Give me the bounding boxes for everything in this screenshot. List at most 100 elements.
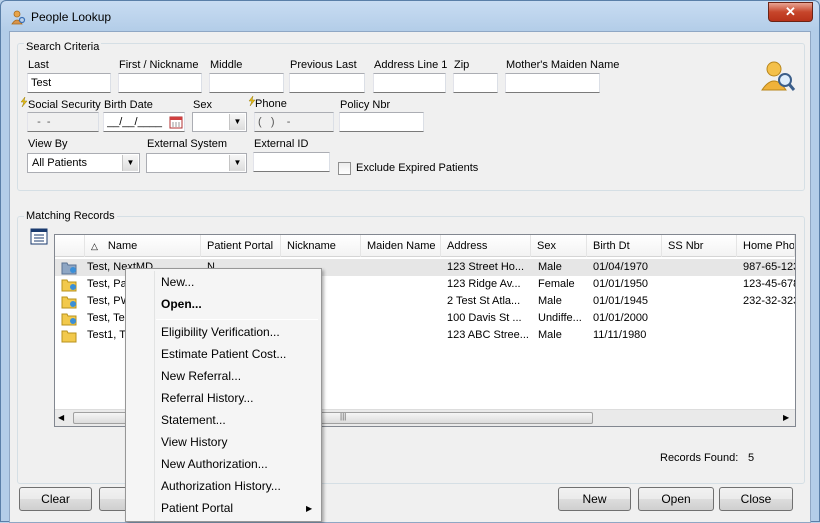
folder-person-icon bbox=[61, 296, 77, 309]
row-sex: Male bbox=[538, 261, 562, 273]
window-close-button[interactable]: ✕ bbox=[768, 2, 813, 22]
row-address: 2 Test St Atla... bbox=[447, 295, 521, 307]
scroll-left-icon[interactable]: ◀ bbox=[58, 413, 64, 422]
menu-item-estimate-cost[interactable]: Estimate Patient Cost... bbox=[161, 344, 286, 364]
menu-item-eligibility[interactable]: Eligibility Verification... bbox=[161, 322, 280, 342]
row-name: Test, Te bbox=[87, 312, 125, 324]
column-header-maiden[interactable]: Maiden Name bbox=[361, 235, 441, 257]
view-by-value: All Patients bbox=[32, 157, 88, 169]
menu-item-new[interactable]: New... bbox=[161, 272, 194, 292]
dropdown-arrow-icon: ▼ bbox=[229, 155, 245, 171]
first-name-input[interactable] bbox=[118, 73, 202, 93]
folder-person-icon bbox=[61, 313, 77, 326]
last-name-input[interactable] bbox=[27, 73, 111, 93]
external-system-label: External System bbox=[147, 138, 228, 150]
row-sex: Female bbox=[538, 278, 575, 290]
address-line1-input[interactable] bbox=[373, 73, 446, 93]
search-criteria-label: Search Criteria bbox=[24, 41, 102, 53]
policy-nbr-input[interactable] bbox=[339, 112, 424, 132]
previous-last-label: Previous Last bbox=[290, 59, 357, 71]
column-header-address[interactable]: Address bbox=[441, 235, 531, 257]
row-birth: 01/01/1945 bbox=[593, 295, 649, 307]
row-phone: 232-32-323 bbox=[743, 295, 795, 307]
dropdown-arrow-icon: ▼ bbox=[122, 155, 138, 171]
row-address: 123 ABC Stree... bbox=[447, 329, 529, 341]
row-phone: 123-45-678 bbox=[743, 278, 795, 290]
menu-item-referral-history[interactable]: Referral History... bbox=[161, 388, 253, 408]
clear-button[interactable]: Clear bbox=[19, 487, 92, 511]
column-header-sex[interactable]: Sex bbox=[531, 235, 587, 257]
mothers-maiden-label: Mother's Maiden Name bbox=[506, 59, 620, 71]
view-by-select[interactable]: All Patients ▼ bbox=[27, 153, 140, 173]
previous-last-input[interactable] bbox=[289, 73, 365, 93]
menu-item-new-referral[interactable]: New Referral... bbox=[161, 366, 241, 386]
menu-item-open[interactable]: Open... bbox=[161, 294, 202, 314]
sex-label: Sex bbox=[193, 99, 212, 111]
sort-ascending-icon: △ bbox=[91, 241, 98, 251]
row-name: Test, Pa bbox=[87, 278, 127, 290]
column-chooser-icon[interactable] bbox=[30, 228, 48, 245]
records-found-count: 5 bbox=[748, 452, 755, 464]
row-address: 123 Street Ho... bbox=[447, 261, 525, 273]
row-sex: Male bbox=[538, 329, 562, 341]
matching-records-label: Matching Records bbox=[24, 210, 117, 222]
column-header-home-phone[interactable]: Home Phon bbox=[737, 235, 795, 257]
close-button[interactable]: Close bbox=[719, 487, 793, 511]
menu-gutter bbox=[154, 271, 155, 521]
column-header-nickname[interactable]: Nickname bbox=[281, 235, 361, 257]
menu-item-view-history[interactable]: View History bbox=[161, 432, 227, 452]
column-header-name[interactable]: △ Name bbox=[85, 235, 201, 257]
mothers-maiden-input[interactable] bbox=[505, 73, 600, 93]
view-by-label: View By bbox=[28, 138, 68, 150]
zip-input[interactable] bbox=[453, 73, 498, 93]
ssn-label: Social Security bbox=[28, 99, 101, 111]
menu-item-new-authorization[interactable]: New Authorization... bbox=[161, 454, 268, 474]
exclude-expired-label: Exclude Expired Patients bbox=[356, 162, 479, 174]
sex-select[interactable]: ▼ bbox=[192, 112, 247, 132]
scroll-right-icon[interactable]: ▶ bbox=[783, 413, 789, 422]
phone-input[interactable] bbox=[254, 112, 334, 132]
calendar-icon[interactable] bbox=[169, 115, 183, 129]
last-name-label: Last bbox=[28, 59, 49, 71]
person-app-icon bbox=[11, 10, 26, 25]
row-icon-header bbox=[55, 235, 85, 257]
row-address: 100 Davis St ... bbox=[447, 312, 522, 324]
zip-label: Zip bbox=[454, 59, 470, 71]
submenu-arrow-icon: ▶ bbox=[306, 504, 313, 513]
title-bar[interactable]: People Lookup ✕ bbox=[1, 1, 819, 31]
menu-item-authorization-history[interactable]: Authorization History... bbox=[161, 476, 281, 496]
row-sex: Undiffe... bbox=[538, 312, 582, 324]
column-header-portal[interactable]: Patient Portal bbox=[201, 235, 281, 257]
row-birth: 01/01/1950 bbox=[593, 278, 649, 290]
folder-icon bbox=[61, 330, 77, 343]
phone-label: Phone bbox=[255, 98, 287, 110]
external-id-label: External ID bbox=[254, 138, 309, 150]
dropdown-arrow-icon: ▼ bbox=[229, 114, 245, 130]
external-id-input[interactable] bbox=[253, 152, 330, 172]
menu-separator bbox=[156, 319, 318, 320]
address-line1-label: Address Line 1 bbox=[374, 59, 448, 71]
row-name: Test1, T bbox=[87, 329, 126, 341]
ssn-input[interactable] bbox=[27, 112, 99, 132]
birth-date-label: Birth Date bbox=[104, 99, 153, 111]
row-sex: Male bbox=[538, 295, 562, 307]
row-birth: 11/11/1980 bbox=[593, 329, 647, 341]
menu-item-statement[interactable]: Statement... bbox=[161, 410, 226, 430]
row-phone: 987-65-123 bbox=[743, 261, 795, 273]
middle-name-label: Middle bbox=[210, 59, 243, 71]
external-system-select[interactable]: ▼ bbox=[146, 153, 247, 173]
row-address: 123 Ridge Av... bbox=[447, 278, 521, 290]
open-button[interactable]: Open bbox=[638, 487, 714, 511]
column-header-ssn[interactable]: SS Nbr bbox=[662, 235, 737, 257]
column-header-birth[interactable]: Birth Dt bbox=[587, 235, 662, 257]
person-search-icon[interactable] bbox=[760, 60, 796, 92]
folder-person-icon bbox=[61, 262, 77, 275]
window-title: People Lookup bbox=[31, 10, 112, 24]
records-found-label: Records Found: bbox=[660, 452, 739, 464]
grid-header: △ Name Patient Portal Nickname Maiden Nam… bbox=[55, 235, 795, 257]
menu-item-patient-portal[interactable]: Patient Portal bbox=[161, 498, 233, 518]
new-button[interactable]: New bbox=[558, 487, 631, 511]
exclude-expired-checkbox[interactable] bbox=[338, 162, 351, 175]
middle-name-input[interactable] bbox=[209, 73, 284, 93]
first-name-label: First / Nickname bbox=[119, 59, 199, 71]
